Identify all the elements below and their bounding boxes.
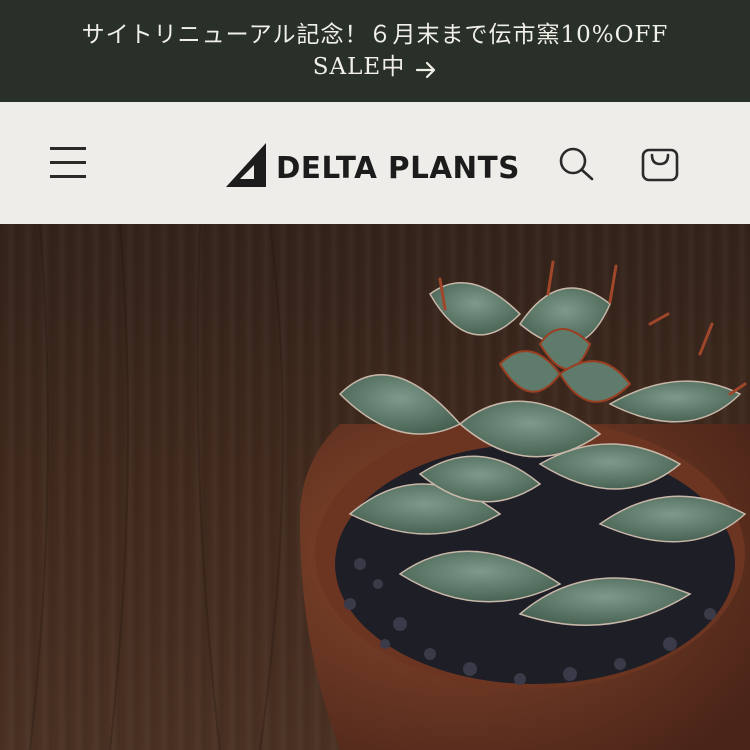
announcement-sale-text: SALE中 [312, 54, 406, 80]
shopping-bag-icon[interactable] [640, 142, 680, 182]
agave-plant-illustration [29, 224, 750, 750]
delta-triangle-logo [226, 143, 266, 187]
hamburger-menu-icon[interactable] [50, 147, 88, 179]
brand-name: DELTA PLANTS [276, 150, 520, 186]
hero-image [0, 224, 750, 750]
announcement-bar[interactable]: サイトリニューアル記念！６月末まで伝市窯10%OFF SALE中 [0, 0, 750, 102]
announcement-line2: SALE中 [313, 51, 437, 83]
search-icon[interactable] [556, 144, 596, 184]
brand-logo[interactable]: DELTA PLANTS [224, 140, 525, 190]
site-header: DELTA PLANTS [0, 102, 750, 224]
arrow-right-icon [415, 57, 437, 79]
announcement-line1: サイトリニューアル記念！６月末まで伝市窯10%OFF [81, 22, 669, 48]
